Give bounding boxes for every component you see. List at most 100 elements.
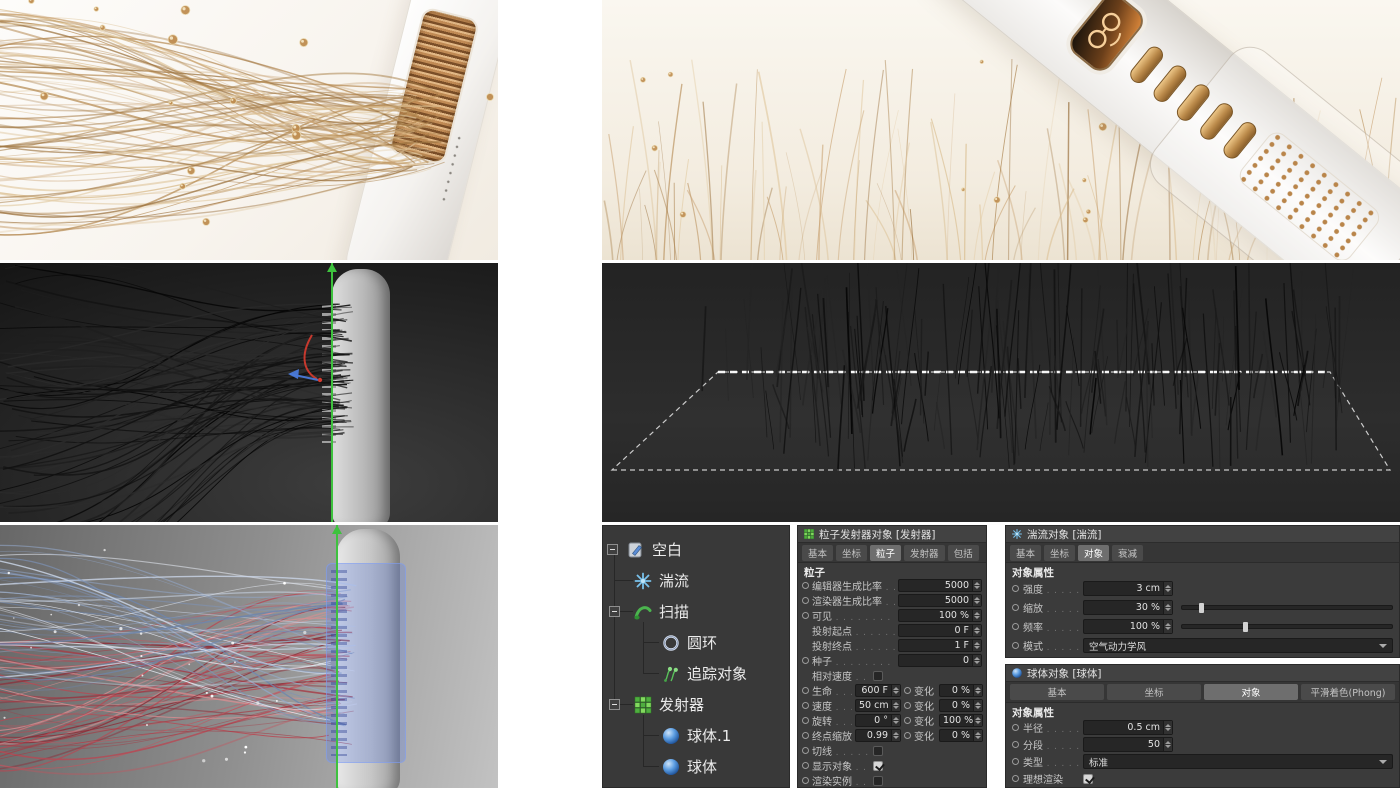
stepper-icon[interactable] (1163, 601, 1172, 614)
frequency-slider[interactable] (1181, 624, 1393, 629)
frequency-field[interactable]: 100 % (1083, 619, 1173, 634)
scale-slider[interactable] (1181, 605, 1393, 610)
stepper-icon[interactable] (972, 595, 981, 606)
radius-field[interactable]: 0.5 cm (1083, 720, 1173, 735)
speed-variation-field[interactable]: 0 % (939, 699, 983, 712)
keyframe-dot[interactable] (1012, 623, 1019, 630)
stepper-icon[interactable] (973, 700, 982, 711)
emitter-attributes-panel: 粒子发射器对象 [发射器] 基本 坐标 粒子 发射器 包括 粒子 编辑器生成比率… (797, 525, 987, 788)
render-generation-rate-field[interactable]: 5000 (898, 594, 982, 607)
comb-teeth (331, 570, 347, 756)
expander-icon[interactable] (607, 544, 618, 555)
tree-item-turbulence[interactable]: 湍流 (603, 565, 789, 596)
tab-coordinates[interactable]: 坐标 (1107, 684, 1201, 700)
slider-handle[interactable] (1199, 603, 1204, 613)
tree-item-tracer[interactable]: 追踪对象 (603, 658, 789, 689)
tab-coordinates[interactable]: 坐标 (1044, 545, 1075, 561)
tab-falloff[interactable]: 衰减 (1112, 545, 1143, 561)
tree-item-null[interactable]: 空白 (603, 534, 789, 565)
stepper-icon[interactable] (891, 685, 900, 696)
tab-include[interactable]: 包括 (948, 545, 979, 561)
keyframe-dot[interactable] (904, 702, 911, 709)
tab-emitter[interactable]: 发射器 (904, 545, 945, 561)
param-row: 速度 50 cm 变化 0 % (802, 698, 982, 713)
keyframe-dot[interactable] (802, 777, 809, 784)
end-scale-field[interactable]: 0.99 (855, 729, 901, 742)
tree-item-sweep[interactable]: 扫描 (603, 596, 789, 627)
stepper-icon[interactable] (1163, 620, 1172, 633)
type-select[interactable]: 标准 (1083, 754, 1393, 769)
keyframe-dot[interactable] (802, 612, 809, 619)
stepper-icon[interactable] (972, 655, 981, 666)
stepper-icon[interactable] (1163, 738, 1172, 751)
stepper-icon[interactable] (891, 715, 900, 726)
keyframe-dot[interactable] (802, 597, 809, 604)
keyframe-dot[interactable] (1012, 724, 1019, 731)
strength-field[interactable]: 3 cm (1083, 581, 1173, 596)
slider-handle[interactable] (1243, 622, 1248, 632)
tab-particle[interactable]: 粒子 (870, 545, 901, 561)
keyframe-dot[interactable] (904, 717, 911, 724)
tree-item-circle[interactable]: 圆环 (603, 627, 789, 658)
rotation-field[interactable]: 0 ° (855, 714, 901, 727)
editor-generation-rate-field[interactable]: 5000 (898, 579, 982, 592)
stepper-icon[interactable] (1163, 582, 1172, 595)
tab-basic[interactable]: 基本 (1010, 545, 1041, 561)
keyframe-dot[interactable] (904, 732, 911, 739)
scale-field[interactable]: 30 % (1083, 600, 1173, 615)
stepper-icon[interactable] (891, 730, 900, 741)
stepper-icon[interactable] (972, 580, 981, 591)
show-objects-checkbox[interactable] (873, 761, 883, 771)
tab-phong[interactable]: 平滑着色(Phong) (1301, 684, 1395, 700)
lifetime-variation-field[interactable]: 0 % (939, 684, 983, 697)
relative-speed-checkbox[interactable] (873, 671, 883, 681)
param-label: 模式 (1023, 638, 1079, 653)
keyframe-dot[interactable] (802, 657, 809, 664)
stepper-icon[interactable] (891, 700, 900, 711)
tab-object[interactable]: 对象 (1204, 684, 1298, 700)
stepper-icon[interactable] (973, 730, 982, 741)
tab-basic[interactable]: 基本 (802, 545, 833, 561)
render-instances-checkbox[interactable] (873, 776, 883, 786)
keyframe-dot[interactable] (802, 702, 809, 709)
render-perfect-checkbox[interactable] (1083, 774, 1093, 784)
emit-stop-field[interactable]: 1 F (898, 639, 982, 652)
stepper-icon[interactable] (1163, 721, 1172, 734)
keyframe-dot[interactable] (1012, 642, 1019, 649)
keyframe-dot[interactable] (802, 762, 809, 769)
keyframe-dot[interactable] (1012, 604, 1019, 611)
keyframe-dot[interactable] (802, 747, 809, 754)
keyframe-dot[interactable] (802, 687, 809, 694)
stepper-icon[interactable] (973, 685, 982, 696)
tab-basic[interactable]: 基本 (1010, 684, 1104, 700)
segments-field[interactable]: 50 (1083, 737, 1173, 752)
tree-item-emitter[interactable]: 发射器 (603, 689, 789, 720)
seed-field[interactable]: 0 (898, 654, 982, 667)
stepper-icon[interactable] (972, 610, 981, 621)
keyframe-dot[interactable] (802, 732, 809, 739)
tab-object[interactable]: 对象 (1078, 545, 1109, 561)
tab-coordinates[interactable]: 坐标 (836, 545, 867, 561)
visibility-field[interactable]: 100 % (898, 609, 982, 622)
tangential-checkbox[interactable] (873, 746, 883, 756)
keyframe-dot[interactable] (1012, 775, 1019, 782)
tree-item-sphere-1[interactable]: 球体.1 (603, 720, 789, 751)
emit-start-field[interactable]: 0 F (898, 624, 982, 637)
tree-item-sphere[interactable]: 球体 (603, 751, 789, 782)
keyframe-dot[interactable] (1012, 758, 1019, 765)
expander-icon[interactable] (609, 699, 620, 710)
lifetime-field[interactable]: 600 F (855, 684, 901, 697)
speed-field[interactable]: 50 cm (855, 699, 901, 712)
keyframe-dot[interactable] (802, 717, 809, 724)
keyframe-dot[interactable] (1012, 585, 1019, 592)
stepper-icon[interactable] (972, 625, 981, 636)
end-scale-variation-field[interactable]: 0 % (939, 729, 983, 742)
mode-select[interactable]: 空气动力学风 (1083, 638, 1393, 653)
stepper-icon[interactable] (972, 640, 981, 651)
rotation-variation-field[interactable]: 100 % (939, 714, 983, 727)
expander-icon[interactable] (609, 606, 620, 617)
keyframe-dot[interactable] (802, 582, 809, 589)
stepper-icon[interactable] (973, 715, 982, 726)
keyframe-dot[interactable] (1012, 741, 1019, 748)
keyframe-dot[interactable] (904, 687, 911, 694)
